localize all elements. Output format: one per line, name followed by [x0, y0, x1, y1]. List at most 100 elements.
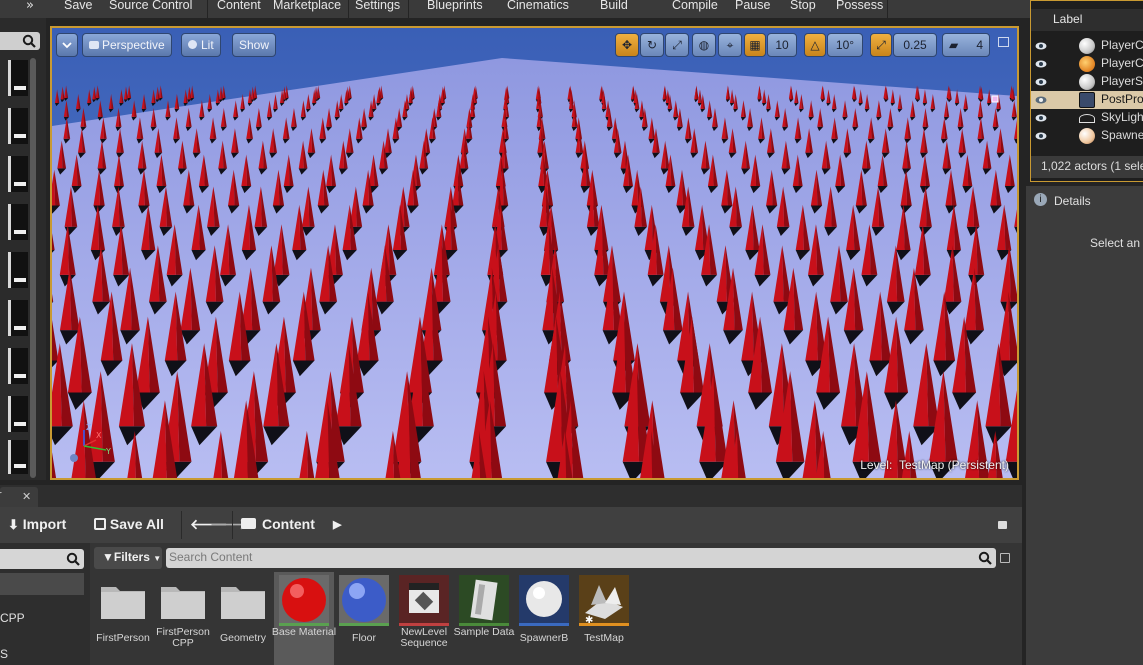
outliner-row[interactable]: PlayerC	[1031, 37, 1143, 55]
surface-snap-toggle[interactable]: ⌖	[718, 33, 742, 57]
toolbar-settings-button[interactable]: Settings	[355, 0, 400, 16]
mode-item-light[interactable]	[8, 300, 28, 336]
level-prefix: Level:	[860, 458, 893, 472]
outliner-row-selected[interactable]: PostPro	[1031, 91, 1143, 109]
toolbar-possess-button[interactable]: Possess	[836, 0, 883, 16]
content-browser: r ✕ ⬇ Import Save All 🡐 🡒 Content ▶ CPP …	[0, 485, 1022, 665]
scale-mode-button[interactable]: ⤢	[665, 33, 689, 57]
grid-snap-toggle[interactable]: ▦	[744, 33, 766, 57]
folder-search-input[interactable]	[0, 549, 84, 569]
save-icon	[94, 518, 106, 530]
toolbar-pause-button[interactable]: Pause	[735, 0, 770, 16]
import-button[interactable]: ⬇ Import	[8, 516, 66, 533]
outliner-actor-count: 1,022 actors (1 sele	[1031, 156, 1143, 178]
toolbar-stop-button[interactable]: Stop	[790, 0, 816, 16]
save-all-button[interactable]: Save All	[94, 516, 164, 532]
modes-search-input[interactable]	[0, 32, 40, 50]
data-asset-icon	[459, 575, 509, 625]
sphere-icon	[1079, 74, 1095, 90]
outliner-label-column-header[interactable]: Label	[1031, 9, 1143, 31]
asset-search-placeholder: Search Content	[169, 550, 253, 564]
viewport-options-button[interactable]	[56, 33, 78, 57]
light-gizmo	[991, 95, 999, 103]
rotate-icon: ↻	[646, 38, 658, 52]
folder-icon	[161, 587, 205, 619]
lock-icon[interactable]	[998, 521, 1007, 529]
translate-mode-button[interactable]: ✥	[615, 33, 639, 57]
axis-indicator: Z X Y	[70, 423, 111, 462]
camera-speed-icon: ▰	[949, 38, 959, 52]
toolbar-blueprints-button[interactable]: Blueprints	[427, 0, 483, 16]
outliner-row[interactable]: Spawne	[1031, 127, 1143, 145]
rotate-mode-button[interactable]: ↻	[640, 33, 664, 57]
toolbar-content-button[interactable]: Content	[217, 0, 261, 16]
angle-icon: △	[810, 38, 820, 52]
scale-snap-toggle[interactable]: ⤢	[870, 33, 892, 57]
mode-item-cone[interactable]	[8, 204, 28, 240]
mode-item-plane[interactable]	[8, 252, 28, 288]
material-sphere-icon	[339, 575, 389, 625]
toolbar-cinematics-button[interactable]: Cinematics	[507, 0, 569, 16]
outliner-row[interactable]: PlayerS	[1031, 73, 1143, 91]
filters-button[interactable]: ▼Filters ▼	[94, 547, 162, 569]
visibility-eye-icon[interactable]	[1035, 58, 1047, 70]
level-viewport[interactable]: Perspective Lit Show ✥ ↻ ⤢ ◍ ⌖ ▦ 10 △ 10…	[50, 26, 1019, 480]
asset-name: TestMap	[584, 632, 624, 644]
modes-scrollbar[interactable]	[30, 58, 36, 478]
folder-icon	[241, 518, 256, 529]
content-browser-tab[interactable]: r ✕	[0, 487, 38, 507]
sphere-icon	[1079, 38, 1095, 54]
rotation-snap-toggle[interactable]: △	[804, 33, 826, 57]
mode-item-actor[interactable]	[8, 396, 28, 432]
save-search-icon[interactable]	[1000, 553, 1010, 563]
folder-tree-item[interactable]: CPP	[0, 611, 25, 625]
lighting-mode-button[interactable]: Lit	[181, 33, 221, 57]
mode-item-misc[interactable]	[8, 440, 28, 474]
main-toolbar: » Save Source Control Content Marketplac…	[0, 0, 1030, 18]
toolbar-marketplace-button[interactable]: Marketplace	[273, 0, 341, 16]
globe-icon: ◍	[698, 38, 710, 52]
visibility-eye-icon[interactable]	[1035, 112, 1047, 124]
outliner-row[interactable]: PlayerC	[1031, 55, 1143, 73]
translate-icon: ✥	[621, 38, 633, 52]
outliner-row[interactable]: SkyLigh	[1031, 109, 1143, 127]
mode-item-sphere[interactable]	[8, 60, 28, 96]
visibility-eye-icon[interactable]	[1035, 94, 1047, 106]
visibility-eye-icon[interactable]	[1035, 130, 1047, 142]
camera-speed-button[interactable]: ▰ 4	[942, 33, 990, 57]
toolbar-build-button[interactable]: Build	[600, 0, 628, 16]
show-flags-button[interactable]: Show	[232, 33, 277, 57]
details-panel: i Details Select an	[1026, 186, 1143, 665]
view-mode-button[interactable]: Perspective	[82, 33, 172, 57]
details-tab[interactable]: i Details	[1026, 190, 1143, 212]
folder-icon	[101, 587, 145, 619]
viewport-scene[interactable]	[52, 28, 1017, 478]
grid-snap-value[interactable]: 10	[767, 33, 797, 57]
mode-item-cylinder[interactable]	[8, 156, 28, 192]
svg-text:X: X	[96, 431, 102, 440]
scale-snap-value[interactable]: 0.25	[893, 33, 937, 57]
toolbar-compile-button[interactable]: Compile	[672, 0, 718, 16]
path-chevron-icon[interactable]: ▶	[333, 518, 341, 531]
content-path-button[interactable]: Content	[241, 516, 315, 532]
toolbar-overflow-icon[interactable]: »	[26, 0, 34, 13]
import-icon: ⬇	[8, 517, 19, 532]
mode-item-box[interactable]	[8, 108, 28, 144]
close-icon[interactable]: ✕	[22, 490, 31, 503]
outliner-row-label: PlayerC	[1101, 38, 1143, 52]
folder-icon	[221, 587, 265, 619]
toolbar-source-control-button[interactable]: Source Control	[109, 0, 192, 16]
outliner-row-label: PlayerC	[1101, 56, 1143, 70]
maximize-viewport-icon[interactable]	[998, 37, 1009, 47]
clapperboard-icon	[399, 575, 449, 625]
world-local-toggle[interactable]: ◍	[692, 33, 716, 57]
toolbar-save-button[interactable]: Save	[64, 0, 93, 16]
player-start-icon	[1079, 56, 1095, 72]
asset-search-input[interactable]: Search Content	[166, 548, 996, 568]
folder-tree-header[interactable]	[0, 573, 84, 595]
mode-item-volume[interactable]	[8, 348, 28, 384]
visibility-eye-icon[interactable]	[1035, 76, 1047, 88]
visibility-eye-icon[interactable]	[1035, 40, 1047, 52]
folder-tree-item[interactable]: S	[0, 647, 8, 661]
rotation-snap-value[interactable]: 10°	[827, 33, 863, 57]
